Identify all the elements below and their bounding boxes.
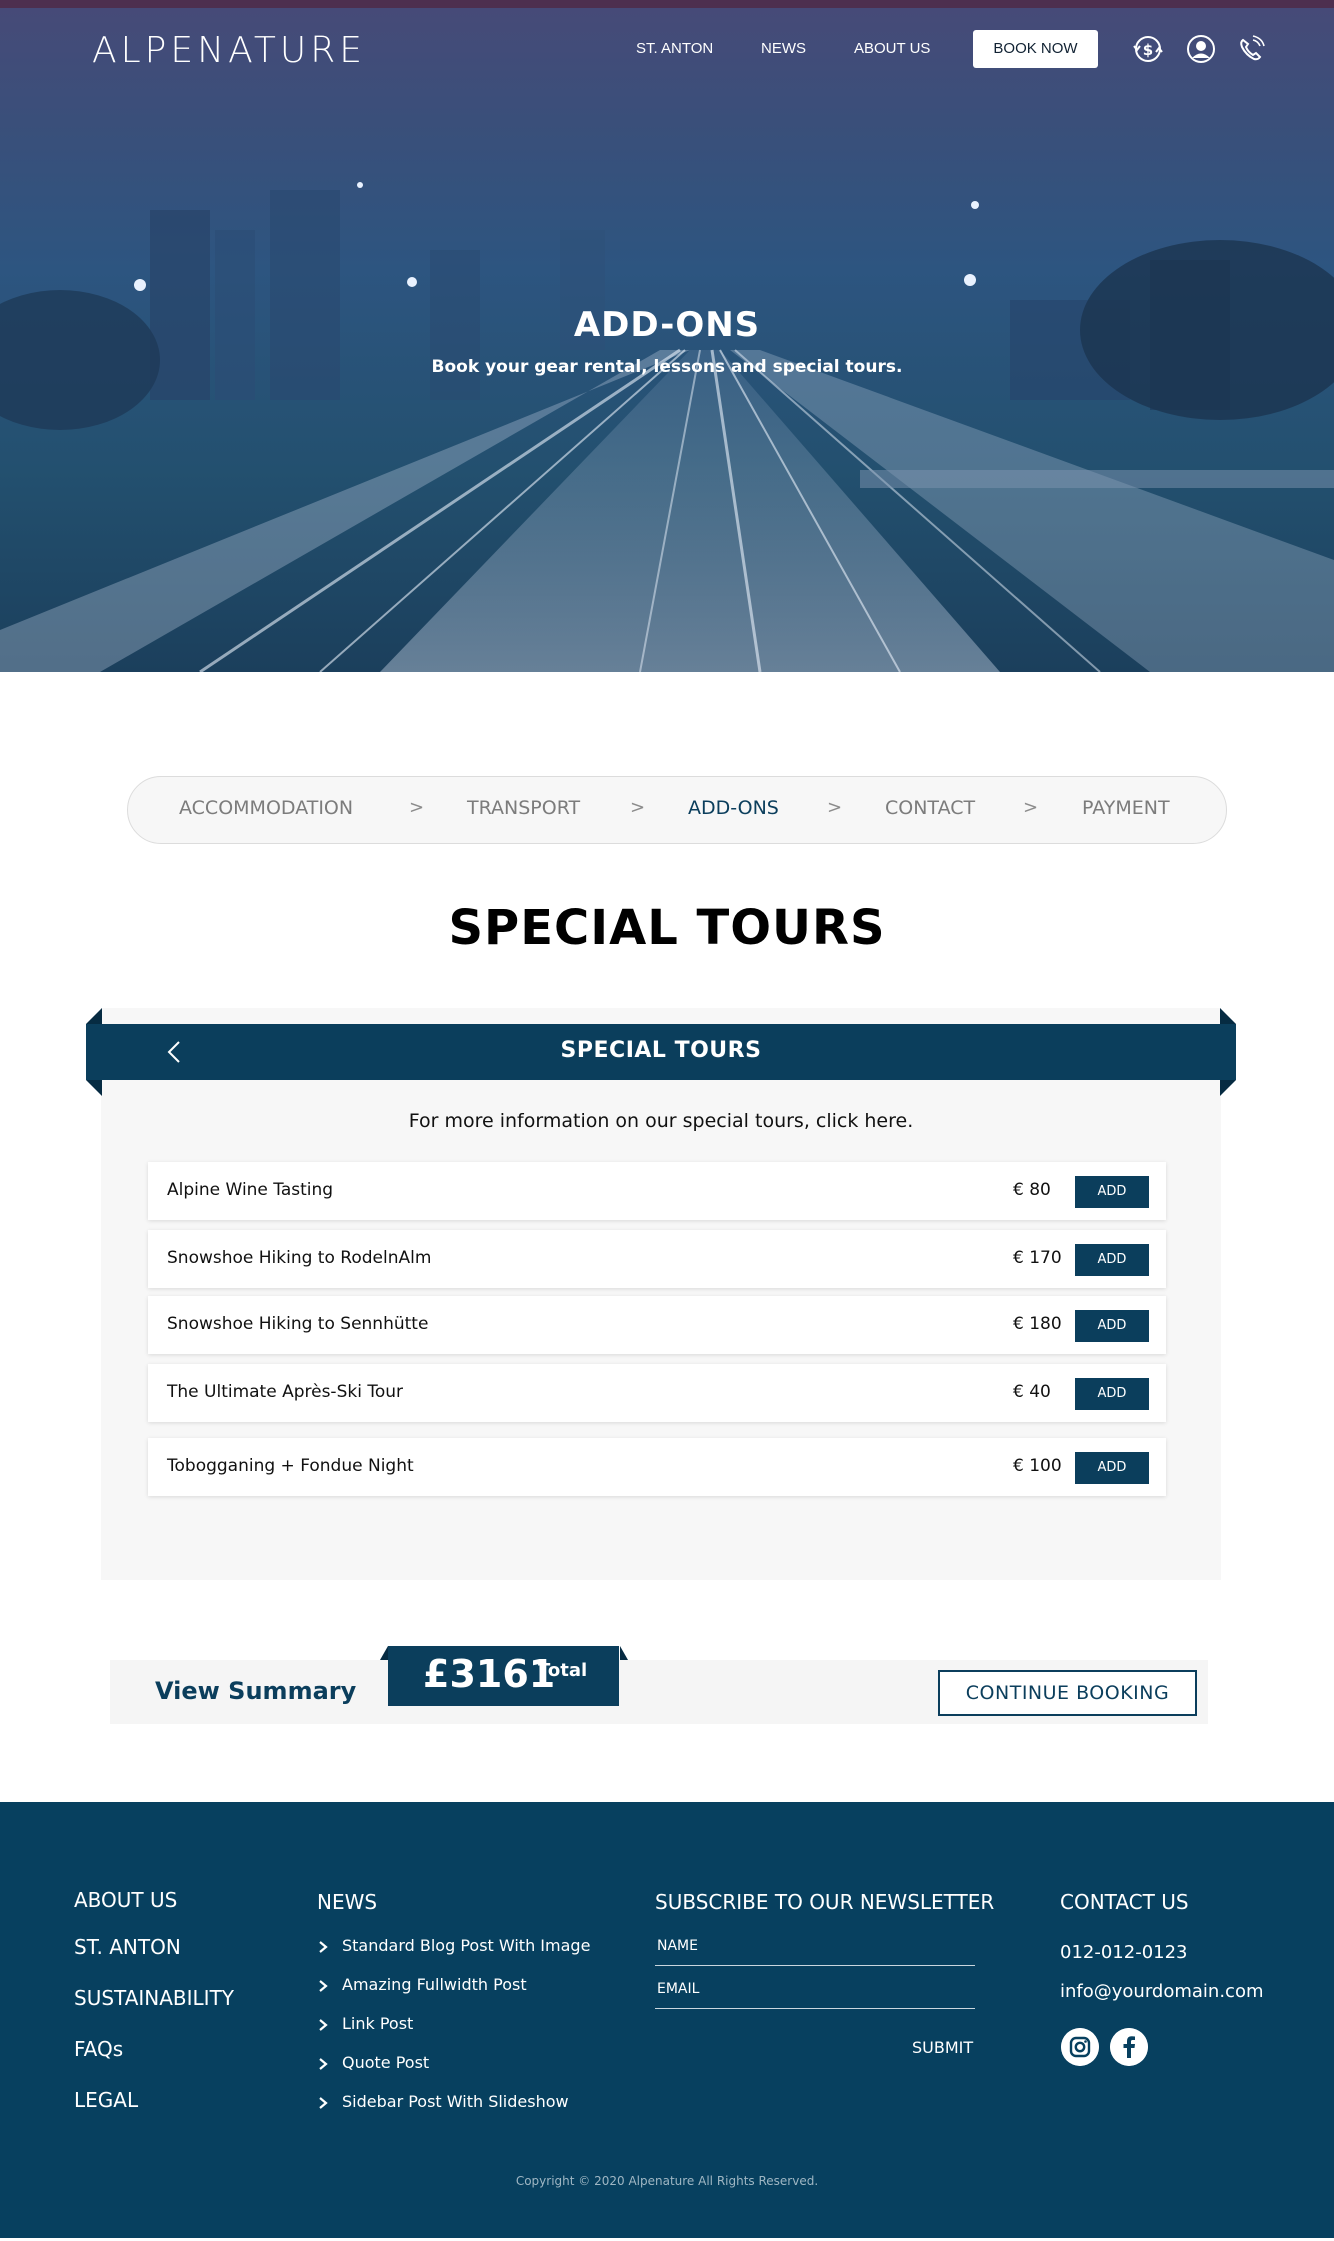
tour-name: Snowshoe Hiking to RodelnAlm (167, 1248, 432, 1268)
footer-news-item[interactable]: Amazing Fullwidth Post (342, 1975, 527, 1994)
tour-name: The Ultimate Après-Ski Tour (167, 1382, 403, 1402)
tour-row: Alpine Wine Tasting € 80 ADD (148, 1162, 1166, 1220)
nav-link-about-us[interactable]: ABOUT US (854, 40, 930, 57)
newsletter-email-underline (655, 2008, 975, 2009)
chevron-right-icon (319, 2019, 328, 2031)
footer-link-sustainability[interactable]: SUSTAINABILITY (74, 1986, 234, 2010)
site-footer: ABOUT US ST. ANTON SUSTAINABILITY FAQs L… (0, 1802, 1334, 2241)
nav-link-st-anton[interactable]: ST. ANTON (636, 40, 713, 57)
special-tours-info-link[interactable]: For more information on our special tour… (101, 1110, 1221, 1132)
total-price-badge: £3161 Total (388, 1646, 619, 1706)
newsletter-email-field[interactable]: EMAIL (657, 1981, 699, 1997)
step-separator: > (630, 797, 646, 818)
add-tour-button[interactable]: ADD (1075, 1452, 1149, 1484)
user-icon[interactable] (1184, 32, 1218, 66)
footer-phone[interactable]: 012-012-0123 (1060, 1942, 1188, 1963)
newsletter-name-underline (655, 1965, 975, 1966)
step-separator: > (409, 797, 425, 818)
step-separator: > (827, 797, 843, 818)
footer-news-item[interactable]: Quote Post (342, 2053, 429, 2072)
tour-row: Tobogganing + Fondue Night € 100 ADD (148, 1438, 1166, 1496)
main-nav: ST. ANTON NEWS ABOUT US BOOK NOW $ (0, 30, 1334, 70)
tour-name: Alpine Wine Tasting (167, 1180, 334, 1200)
instagram-icon[interactable] (1061, 2028, 1099, 2066)
chevron-right-icon (319, 1980, 328, 1992)
special-tours-ribbon: SPECIAL TOURS (86, 1024, 1236, 1080)
step-payment[interactable]: PAYMENT (1082, 797, 1170, 819)
footer-newsletter-heading: SUBSCRIBE TO OUR NEWSLETTER (655, 1890, 995, 1914)
add-tour-button[interactable]: ADD (1075, 1244, 1149, 1276)
footer-link-legal[interactable]: LEGAL (74, 2088, 138, 2112)
step-accommodation[interactable]: ACCOMMODATION (179, 797, 353, 819)
newsletter-submit-button[interactable]: SUBMIT (912, 2038, 973, 2057)
tour-price: € 180 (1013, 1314, 1062, 1334)
tour-row: Snowshoe Hiking to RodelnAlm € 170 ADD (148, 1230, 1166, 1288)
footer-link-st-anton[interactable]: ST. ANTON (74, 1935, 181, 1959)
chevron-right-icon (319, 2097, 328, 2109)
footer-news-heading: NEWS (317, 1890, 378, 1914)
step-add-ons[interactable]: ADD-ONS (688, 797, 779, 819)
footer-news-item[interactable]: Standard Blog Post With Image (342, 1936, 590, 1955)
tour-name: Tobogganing + Fondue Night (167, 1456, 414, 1476)
add-tour-button[interactable]: ADD (1075, 1310, 1149, 1342)
add-tour-button[interactable]: ADD (1075, 1176, 1149, 1208)
step-contact[interactable]: CONTACT (885, 797, 975, 819)
continue-booking-button[interactable]: CONTINUE BOOKING (938, 1670, 1197, 1716)
tour-name: Snowshoe Hiking to Sennhütte (167, 1314, 429, 1334)
tour-row: The Ultimate Après-Ski Tour € 40 ADD (148, 1364, 1166, 1422)
view-summary-link[interactable]: View Summary (155, 1677, 356, 1705)
footer-link-faqs[interactable]: FAQs (74, 2037, 123, 2061)
footer-contact-heading: CONTACT US (1060, 1890, 1189, 1914)
footer-link-about-us[interactable]: ABOUT US (74, 1888, 177, 1912)
svg-text:$: $ (1143, 41, 1153, 59)
currency-exchange-icon[interactable]: $ (1131, 32, 1165, 66)
tour-price: € 170 (1013, 1248, 1062, 1268)
section-title: SPECIAL TOURS (448, 900, 886, 956)
chevron-right-icon (319, 1941, 328, 1953)
phone-icon[interactable] (1234, 32, 1268, 66)
total-amount: £3161 (423, 1652, 556, 1696)
book-now-button[interactable]: BOOK NOW (973, 30, 1098, 68)
hero-title: ADD-ONS (573, 305, 761, 345)
total-label: Total (538, 1660, 588, 1681)
tour-row: Snowshoe Hiking to Sennhütte € 180 ADD (148, 1296, 1166, 1354)
hero-subtitle: Book your gear rental, lessons and speci… (431, 357, 903, 377)
newsletter-name-field[interactable]: NAME (657, 1938, 698, 1954)
chevron-right-icon (319, 2058, 328, 2070)
tour-price: € 80 (1013, 1180, 1051, 1200)
step-transport[interactable]: TRANSPORT (467, 797, 580, 819)
footer-email[interactable]: info@yourdomain.com (1060, 1981, 1264, 2002)
tour-price: € 40 (1013, 1382, 1051, 1402)
hero-top-accent-bar (0, 0, 1334, 8)
footer-news-item[interactable]: Sidebar Post With Slideshow (342, 2092, 569, 2111)
booking-steps: ACCOMMODATION > TRANSPORT > ADD-ONS > CO… (127, 776, 1227, 844)
nav-link-news[interactable]: NEWS (761, 40, 806, 57)
step-separator: > (1023, 797, 1039, 818)
hero-banner: ALPENATURE ST. ANTON NEWS ABOUT US BOOK … (0, 0, 1334, 672)
panel-title: SPECIAL TOURS (560, 1038, 762, 1063)
copyright-text: Copyright © 2020 Alpenature All Rights R… (515, 2174, 819, 2188)
facebook-icon[interactable] (1110, 2028, 1148, 2066)
footer-news-item[interactable]: Link Post (342, 2014, 413, 2033)
tour-price: € 100 (1013, 1456, 1062, 1476)
add-tour-button[interactable]: ADD (1075, 1378, 1149, 1410)
